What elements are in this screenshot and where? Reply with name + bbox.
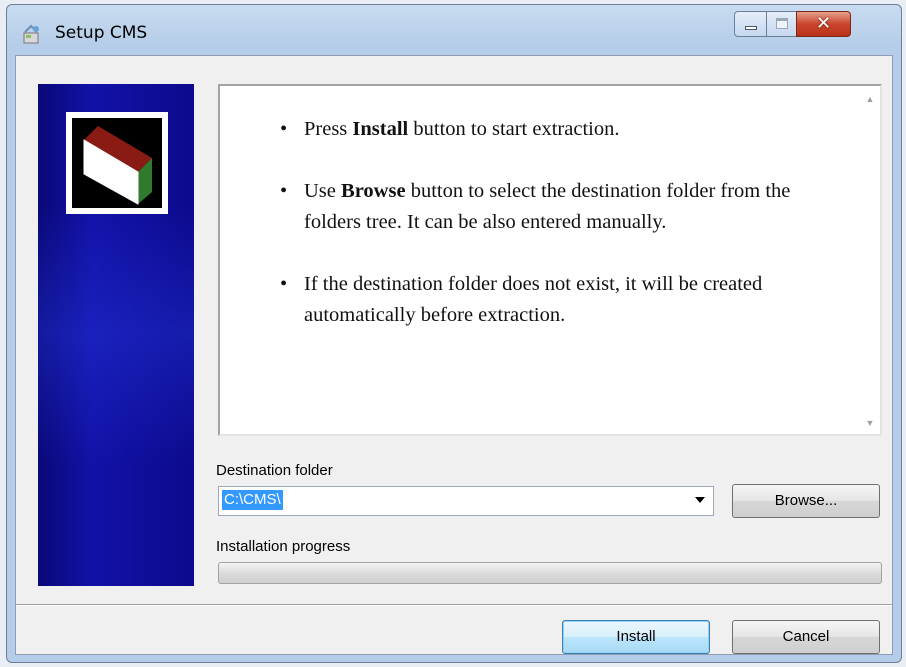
install-button[interactable]: Install: [562, 620, 710, 654]
box-logo-icon: [72, 118, 162, 208]
footer-divider: [16, 604, 892, 606]
instruction-text: If the destination folder does not exist…: [304, 273, 763, 326]
close-icon: ✕: [815, 13, 832, 34]
minimize-icon: [745, 26, 757, 30]
destination-folder-combobox[interactable]: C:\CMS\: [218, 486, 714, 516]
destination-folder-value[interactable]: C:\CMS\: [222, 490, 283, 510]
scroll-up-arrow-icon[interactable]: ▲: [864, 94, 876, 104]
instructions-list: Press Install button to start extraction…: [274, 114, 834, 362]
cancel-button[interactable]: Cancel: [732, 620, 880, 654]
window-title: Setup CMS: [55, 23, 148, 43]
logo-frame: [66, 112, 168, 214]
destination-folder-label: Destination folder: [216, 462, 333, 479]
instruction-item: Press Install button to start extraction…: [274, 114, 834, 145]
instruction-text: Press: [304, 118, 353, 140]
instruction-item: Use Browse button to select the destinat…: [274, 176, 834, 238]
setup-app-icon: [23, 24, 39, 44]
installation-progress-bar: [218, 562, 882, 584]
browse-button[interactable]: Browse...: [732, 484, 880, 518]
instruction-text: Use: [304, 180, 342, 202]
scroll-down-arrow-icon[interactable]: ▼: [864, 418, 876, 428]
dialog-client-area: Press Install button to start extraction…: [15, 55, 893, 655]
instruction-text: button to start extraction.: [408, 118, 620, 140]
title-bar[interactable]: Setup CMS ✕: [7, 5, 901, 55]
dropdown-arrow-icon[interactable]: [695, 497, 705, 503]
maximize-button[interactable]: [766, 11, 797, 37]
installation-progress-label: Installation progress: [216, 538, 351, 555]
setup-window: Setup CMS ✕ • Press Install button to st…: [6, 4, 902, 663]
instruction-keyword: Install: [352, 118, 409, 140]
instruction-item: If the destination folder does not exist…: [274, 269, 834, 331]
banner-sheen: [38, 204, 194, 464]
instruction-keyword: Browse: [341, 180, 406, 202]
box-logo-graphic: [83, 126, 152, 205]
instructions-panel[interactable]: Press Install button to start extraction…: [218, 84, 882, 436]
minimize-button[interactable]: [734, 11, 767, 37]
side-banner: [38, 84, 194, 586]
close-button[interactable]: ✕: [796, 11, 851, 37]
maximize-icon: [776, 18, 788, 29]
